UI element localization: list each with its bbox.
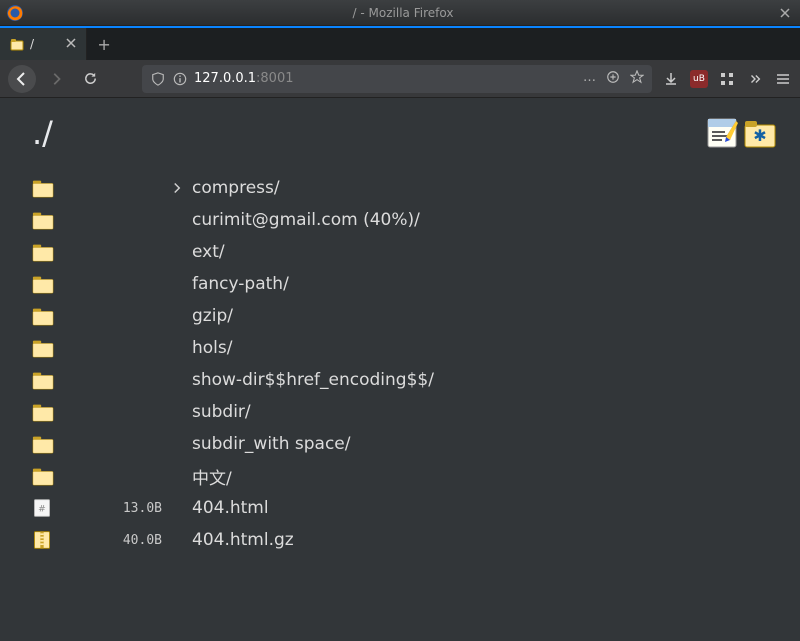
folder-icon [32,433,104,455]
entry-name-link[interactable]: 404.html [192,498,776,518]
apps-grid-icon[interactable] [718,70,736,88]
list-item: 中文/ [32,460,776,492]
svg-text:✱: ✱ [753,126,766,145]
url-host: 127.0.0.1 [194,71,256,86]
entry-name-link[interactable]: hols/ [192,338,776,358]
list-item: show-dir$$href_encoding$$/ [32,364,776,396]
folder-icon [32,209,104,231]
entry-name-link[interactable]: show-dir$$href_encoding$$/ [192,370,776,390]
list-item: compress/ [32,172,776,204]
window-title: / - Mozilla Firefox [30,6,776,20]
list-item: #13.0B 404.html [32,492,776,524]
entry-name-link[interactable]: ext/ [192,242,776,262]
page-actions-icon[interactable]: … [583,70,596,88]
svg-text:#: # [38,503,46,514]
tab-title: / [30,37,34,51]
overflow-icon[interactable] [746,70,764,88]
folder-icon [32,177,104,199]
entry-name-link[interactable]: gzip/ [192,306,776,326]
list-item: gzip/ [32,300,776,332]
list-item: subdir/ [32,396,776,428]
site-info-icon[interactable] [172,71,188,87]
entry-name-link[interactable]: subdir_with space/ [192,434,776,454]
entry-name-link[interactable]: 中文/ [192,464,776,489]
url-port: :8001 [256,71,293,86]
tab-close-icon[interactable] [66,37,76,52]
listing-header: ./ ✱ [32,114,776,152]
entry-name-link[interactable]: curimit@gmail.com (40%)/ [192,210,776,230]
folder-icon [32,369,104,391]
titlebar: / - Mozilla Firefox [0,0,800,26]
tracking-protection-icon[interactable] [150,71,166,87]
list-item: subdir_with space/ [32,428,776,460]
tab-favicon-icon [10,37,24,51]
folder-icon [32,241,104,263]
folder-icon [32,401,104,423]
edit-icon[interactable] [706,117,738,149]
folder-icon [32,337,104,359]
url-bar[interactable]: 127.0.0.1:8001 … [142,65,652,93]
downloads-icon[interactable] [662,70,680,88]
list-item: hols/ [32,332,776,364]
file-icon: # [32,497,104,519]
back-button[interactable] [8,65,36,93]
directory-listing: compress/curimit@gmail.com (40%)/ ext/fan… [32,172,776,556]
reload-button[interactable] [76,65,104,93]
list-item: 40.0B 404.html.gz [32,524,776,556]
list-item: fancy-path/ [32,268,776,300]
browser-window: / - Mozilla Firefox / + [0,0,800,641]
navigation-toolbar: 127.0.0.1:8001 … uB [0,60,800,98]
folder-icon [32,273,104,295]
entry-name-link[interactable]: subdir/ [192,402,776,422]
list-item: ext/ [32,236,776,268]
file-size: 40.0B [104,533,162,548]
bookmark-star-icon[interactable] [630,70,644,88]
tab-active[interactable]: / [0,28,87,60]
hamburger-menu-icon[interactable] [774,70,792,88]
list-item: curimit@gmail.com (40%)/ [32,204,776,236]
entry-name-link[interactable]: fancy-path/ [192,274,776,294]
folder-icon [32,465,104,487]
window-close-icon[interactable] [776,4,794,22]
new-tab-button[interactable]: + [87,28,121,60]
archive-icon [32,529,104,551]
page-heading: ./ [32,114,53,152]
ublock-icon[interactable]: uB [690,70,708,88]
reader-mode-icon[interactable] [606,70,620,88]
firefox-app-icon [6,4,24,22]
page-content: ./ ✱ compress/curimit@gmail.com (40%)/ ex… [0,98,800,641]
tab-bar: / + [0,26,800,60]
entry-name-link[interactable]: compress/ [192,178,776,198]
entry-name-link[interactable]: 404.html.gz [192,530,776,550]
forward-button [42,65,70,93]
expand-chevron-icon[interactable] [162,182,192,194]
file-size: 13.0B [104,501,162,516]
folder-icon [32,305,104,327]
home-folder-icon[interactable]: ✱ [744,117,776,149]
